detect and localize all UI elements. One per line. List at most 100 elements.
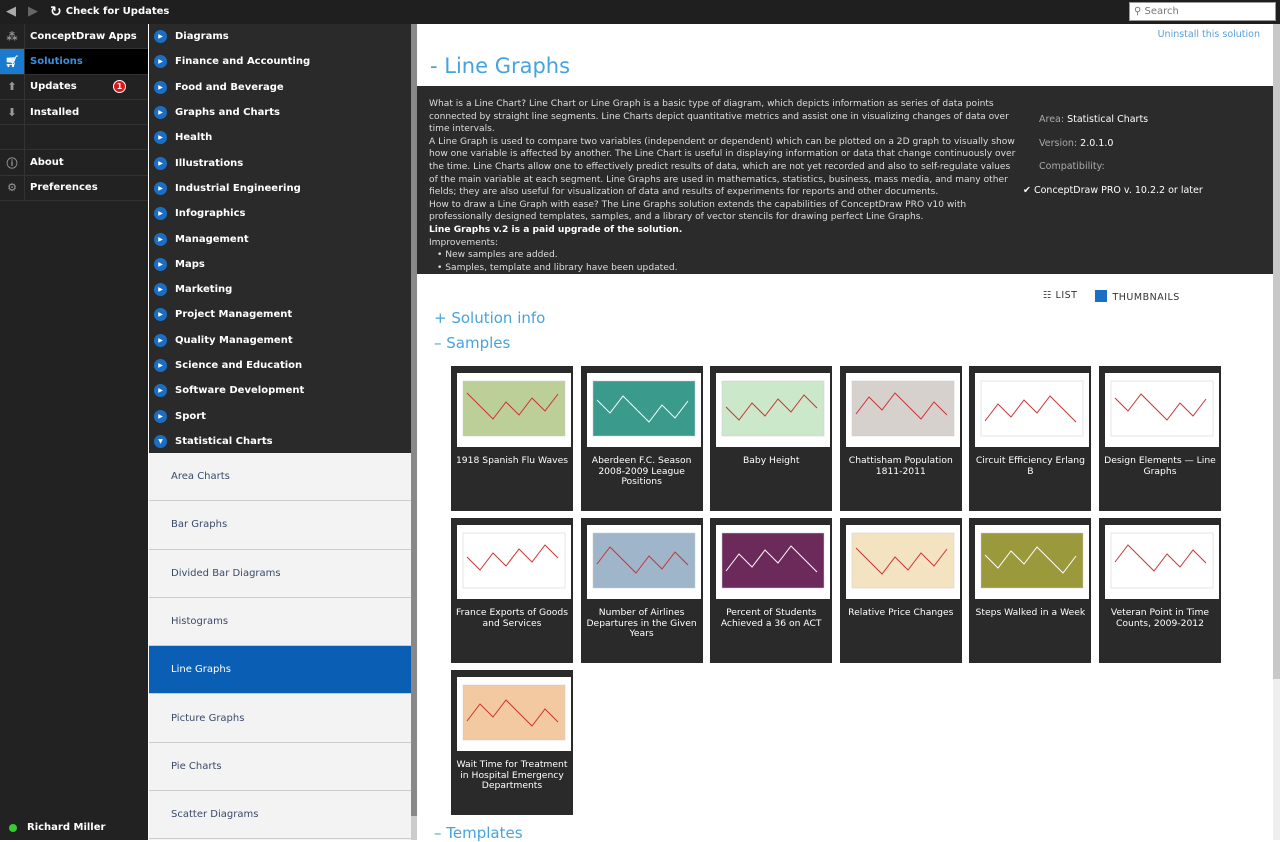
info-icon: ⓘ [0, 150, 25, 175]
sample-tile[interactable]: Baby Height [710, 366, 833, 511]
sample-tile[interactable]: Wait Time for Treatment in Hospital Emer… [451, 670, 573, 815]
solution-detail: Uninstall this solution - Line Graphs Wh… [417, 24, 1273, 842]
category-item[interactable]: ▶ Graphs and Charts [149, 100, 411, 125]
cart-icon: 🛒︎ [0, 49, 25, 74]
sample-tile[interactable]: Steps Walked in a Week [969, 518, 1092, 663]
subcategory-item[interactable]: Scatter Diagrams [149, 791, 411, 840]
category-item[interactable]: ▶ Industrial Engineering [149, 176, 411, 201]
subcategory-item[interactable]: Line Graphs [149, 646, 411, 695]
category-item[interactable]: ▶ Finance and Accounting [149, 49, 411, 74]
sample-preview-graph [851, 380, 955, 437]
expand-icon: ▶ [154, 308, 167, 322]
nav-conceptdraw-apps[interactable]: ⁂ ConceptDraw Apps [0, 24, 148, 50]
category-item[interactable]: ▶ Quality Management [149, 328, 411, 353]
expand-icon: ▶ [154, 283, 167, 297]
category-item[interactable]: ▶ Infographics [149, 201, 411, 226]
category-item[interactable]: ▶ Project Management [149, 302, 411, 327]
sample-tile[interactable]: Veteran Point in Time Counts, 2009-2012 [1099, 518, 1221, 663]
subcategory-item[interactable]: Histograms [149, 598, 411, 647]
check-icon: ✔ [1023, 184, 1034, 196]
sample-preview-graph [592, 532, 695, 589]
samples-toggle[interactable]: – Samples [434, 334, 510, 352]
online-status-icon [9, 823, 17, 832]
expand-icon: ▶ [154, 55, 167, 69]
nav-about[interactable]: ⓘ About [0, 150, 148, 176]
sample-tile[interactable]: France Exports of Goods and Services [451, 518, 573, 663]
sample-preview-graph [721, 380, 825, 437]
sample-tile[interactable]: Chattisham Population 1811-2011 [839, 366, 962, 511]
subcategory-item[interactable]: Pie Charts [149, 743, 411, 792]
sample-title: Chattisham Population 1811-2011 [848, 455, 953, 477]
category-item[interactable]: ▶ Diagrams [149, 24, 411, 49]
sample-tile[interactable]: 1918 Spanish Flu Waves [451, 366, 573, 511]
sample-preview-graph [592, 380, 695, 437]
top-toolbar: ◀ ▶ ↻ Check for Updates ⚲ Search [0, 0, 1280, 24]
category-item[interactable]: ▶ Management [149, 226, 411, 251]
category-item[interactable]: ▶ Software Development [149, 378, 411, 403]
description-panel: What is a Line Chart? Line Chart or Line… [417, 86, 1273, 274]
nav-updates[interactable]: ⬆ Updates 1 [0, 74, 148, 100]
compatibility-value: ConceptDraw PRO v. 10.2.2 or later [1033, 184, 1203, 196]
sample-preview-graph [851, 532, 955, 589]
category-item[interactable]: ▶ Maps [149, 252, 411, 277]
nav-preferences[interactable]: ⚙ Preferences [0, 175, 148, 202]
sample-thumbnail [457, 525, 571, 599]
sample-thumbnail [1105, 373, 1219, 447]
sample-tile[interactable]: Design Elements — Line Graphs [1099, 366, 1221, 511]
forward-arrow-icon[interactable]: ▶ [28, 4, 38, 19]
uninstall-link[interactable]: Uninstall this solution [1158, 29, 1260, 40]
category-item[interactable]: ▼ Statistical Charts [149, 429, 411, 454]
version-value: 2.0.1.0 [1080, 137, 1114, 149]
sample-tile[interactable]: Aberdeen F.C. Season 2008-2009 League Po… [580, 366, 703, 511]
sample-title: France Exports of Goods and Services [455, 607, 568, 629]
main-scrollbar[interactable] [1273, 24, 1280, 840]
user-account[interactable]: Richard Miller [0, 815, 148, 840]
expand-icon: ▶ [154, 384, 167, 398]
category-item[interactable]: ▶ Sport [149, 403, 411, 428]
sample-tile[interactable]: Circuit Efficiency Erlang B [969, 366, 1092, 511]
templates-toggle[interactable]: – Templates [434, 824, 523, 842]
list-icon: ☷ [1043, 290, 1056, 301]
subcategory-item[interactable]: Area Charts [149, 453, 411, 502]
sample-title: Steps Walked in a Week [975, 607, 1086, 618]
description-paragraph: A Line Graph is used to compare two vari… [429, 136, 1016, 198]
nav-installed[interactable]: ⬇ Installed [0, 99, 148, 126]
paid-upgrade-note: Line Graphs v.2 is a paid upgrade of the… [429, 224, 683, 235]
thumbnails-view-button[interactable]: THUMBNAILS [1095, 290, 1179, 303]
sample-title: Wait Time for Treatment in Hospital Emer… [456, 759, 568, 791]
sample-title: Circuit Efficiency Erlang B [975, 455, 1085, 477]
expand-icon: ▶ [154, 181, 167, 195]
check-for-updates-button[interactable]: ↻ Check for Updates [50, 4, 169, 20]
category-item[interactable]: ▶ Marketing [149, 277, 411, 302]
expand-icon: ▶ [154, 106, 167, 120]
sample-preview-graph [462, 684, 566, 741]
sample-thumbnail [845, 525, 960, 599]
scrollbar-thumb[interactable] [1273, 24, 1280, 679]
expand-icon: ▶ [154, 333, 167, 347]
sample-preview-graph [981, 380, 1084, 437]
sample-title: Aberdeen F.C. Season 2008-2009 League Po… [591, 455, 692, 487]
sample-thumbnail [975, 373, 1090, 447]
sample-thumbnail [1105, 525, 1219, 599]
category-item[interactable]: ▶ Science and Education [149, 353, 411, 378]
category-item[interactable]: ▶ Food and Beverage [149, 75, 411, 100]
sample-tile[interactable]: Relative Price Changes [839, 518, 962, 663]
sample-title: Veteran Point in Time Counts, 2009-2012 [1110, 607, 1210, 629]
back-arrow-icon[interactable]: ◀ [6, 4, 16, 19]
improvement-item: • New samples are added. [437, 250, 558, 261]
category-item[interactable]: ▶ Illustrations [149, 150, 411, 175]
sample-tile[interactable]: Number of Airlines Departures in the Giv… [580, 518, 703, 663]
subcategory-item[interactable]: Bar Graphs [149, 501, 411, 550]
list-view-button[interactable]: ☷ LIST [1043, 290, 1077, 303]
category-item[interactable]: ▶ Health [149, 125, 411, 150]
nav-solutions[interactable]: 🛒︎ Solutions [0, 49, 148, 75]
sample-title: 1918 Spanish Flu Waves [455, 455, 569, 466]
sample-tile[interactable]: Percent of Students Achieved a 36 on ACT [710, 518, 833, 663]
search-input[interactable]: ⚲ Search [1129, 2, 1276, 21]
subcategory-item[interactable]: Picture Graphs [149, 694, 411, 743]
nav-spacer [0, 125, 148, 151]
sample-thumbnail [457, 373, 571, 447]
subcategory-item[interactable]: Divided Bar Diagrams [149, 550, 411, 598]
view-toggle: ☷ LIST THUMBNAILS [1043, 290, 1180, 303]
solution-info-toggle[interactable]: + Solution info [434, 309, 545, 327]
